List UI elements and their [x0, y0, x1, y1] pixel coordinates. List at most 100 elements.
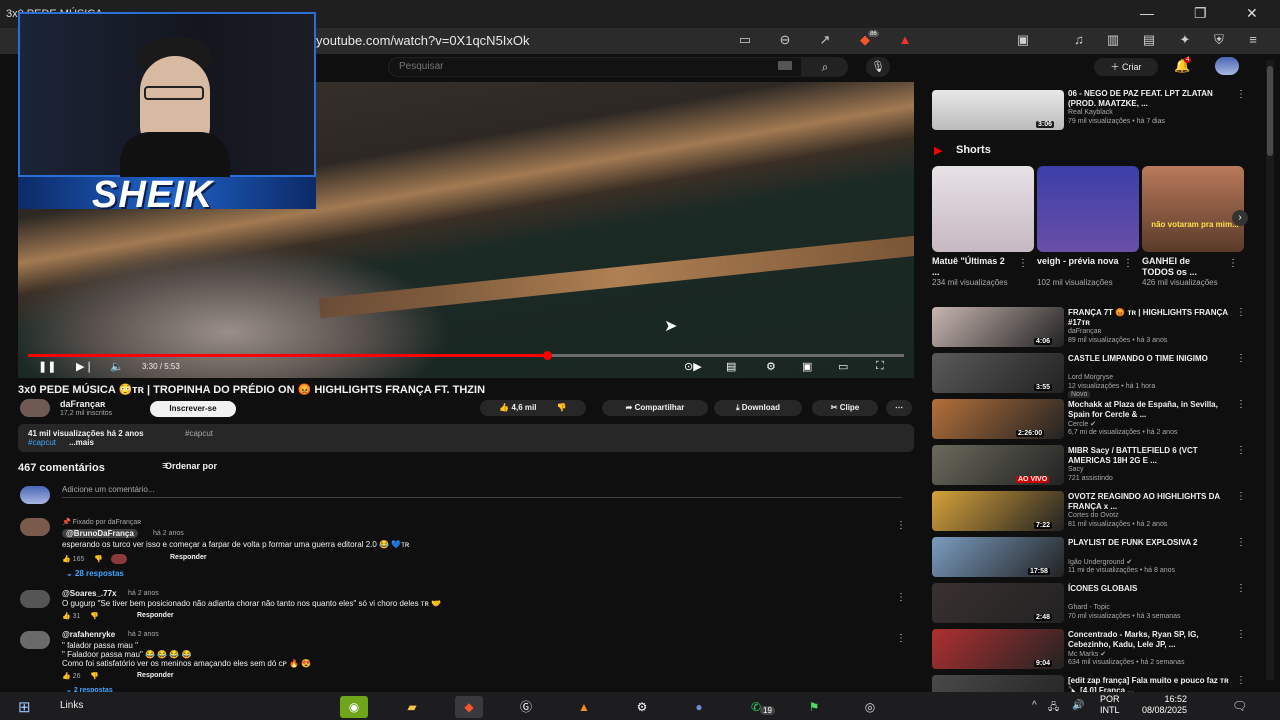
comment-avatar[interactable]	[20, 590, 50, 608]
video-title[interactable]: OVOTZ REAGINDO AO HIGHLIGHTS DA FRANÇA x…	[1068, 492, 1240, 512]
video-title[interactable]: Concentrado - Marks, Ryan SP, IG, Cebezi…	[1068, 630, 1240, 650]
nvidia-icon[interactable]: ◉	[340, 696, 368, 718]
brave-browser-icon[interactable]: ◆	[455, 696, 483, 718]
video-menu-icon[interactable]: ⋮	[1236, 89, 1246, 100]
short-title[interactable]: veigh - prévia nova	[1037, 256, 1119, 267]
video-menu-icon[interactable]: ⋮	[1236, 583, 1246, 594]
subtitles-icon[interactable]: ▤	[726, 360, 736, 373]
video-title[interactable]: FRANÇA 7T 😡 ᴛʀ | HIGHLIGHTS FRANÇA #17ᴛʀ	[1068, 308, 1240, 328]
short-thumbnail[interactable]	[1037, 166, 1139, 252]
account-avatar[interactable]	[1215, 57, 1239, 75]
extensions-icon[interactable]: ✦	[1176, 32, 1194, 48]
description-hashtag[interactable]: #capcut	[28, 438, 56, 447]
channel-name[interactable]: Mc Marks ✔	[1068, 650, 1106, 658]
music-icon[interactable]: ♫	[1070, 32, 1088, 48]
video-title[interactable]: MIBR Sacy / BATTLEFIELD 6 (VCT AMERICAS …	[1068, 446, 1240, 466]
description-more-link[interactable]: ...mais	[69, 438, 94, 447]
settings-gear-icon[interactable]: ⚙	[766, 360, 776, 373]
reader-icon[interactable]: ▥	[1104, 32, 1122, 48]
sort-button[interactable]: Ordenar por	[165, 461, 217, 471]
comment-avatar[interactable]	[20, 518, 50, 536]
dislike-icon[interactable]: 👎	[90, 613, 99, 620]
comment-author[interactable]: @Soares_.77x	[62, 589, 117, 598]
video-menu-icon[interactable]: ⋮	[1236, 307, 1246, 318]
channel-name[interactable]: daFrançaʀ	[60, 399, 105, 409]
video-menu-icon[interactable]: ⋮	[1236, 675, 1246, 686]
channel-name[interactable]: Cercle ✔	[1068, 420, 1096, 428]
channel-name[interactable]: Igão Underground ✔	[1068, 558, 1132, 566]
channel-name[interactable]: Cortes do Ovotz	[1068, 512, 1119, 519]
autoplay-toggle-icon[interactable]: ⊙▶	[684, 360, 702, 373]
next-icon[interactable]: ▶❘	[76, 360, 94, 373]
like-icon[interactable]: 👍	[499, 403, 511, 412]
comment-avatar[interactable]	[20, 631, 50, 649]
scrollbar-thumb[interactable]	[1267, 66, 1273, 156]
comment-time[interactable]: há 2 anos	[153, 530, 184, 537]
comment-menu-icon[interactable]: ⋮	[896, 633, 906, 644]
cast-icon[interactable]: ▭	[736, 32, 754, 48]
menu-icon[interactable]: ≡	[1244, 32, 1262, 48]
speaker-icon[interactable]: 🔊	[1072, 700, 1084, 711]
short-title[interactable]: Matuê "Últimas 2 ...	[932, 256, 1014, 278]
short-title[interactable]: GANHEI de TODOS os ...	[1142, 256, 1224, 278]
reply-button[interactable]: Responder	[170, 554, 207, 561]
video-title[interactable]: PLAYLIST DE FUNK EXPLOSIVA 2	[1068, 538, 1240, 548]
channel-name[interactable]: daFrançaʀ	[1068, 328, 1101, 335]
notification-center-icon[interactable]: 🗨	[1232, 699, 1247, 713]
wallet-icon[interactable]: ▤	[1140, 32, 1158, 48]
video-menu-icon[interactable]: ⋮	[1236, 537, 1246, 548]
like-icon[interactable]: 👍	[62, 613, 73, 620]
keyboard-icon[interactable]	[778, 61, 792, 70]
like-count[interactable]: 4,6 mil	[512, 403, 537, 412]
video-thumbnail[interactable]	[932, 399, 1064, 439]
add-comment-input[interactable]: Adicione um comentário...	[62, 485, 155, 494]
reply-button[interactable]: Responder	[137, 672, 174, 679]
short-menu-icon[interactable]: ⋮	[1123, 258, 1133, 269]
zoom-icon[interactable]: ⊖	[776, 32, 794, 48]
input-language[interactable]: POR INTL	[1100, 694, 1120, 716]
video-menu-icon[interactable]: ⋮	[1236, 629, 1246, 640]
share-icon[interactable]: ↗	[816, 32, 834, 48]
close-icon[interactable]: ✕	[1246, 5, 1258, 22]
comment-time[interactable]: há 2 anos	[128, 631, 159, 638]
reply-button[interactable]: Responder	[137, 612, 174, 619]
system-clock[interactable]: 16:52 08/08/2025	[1142, 694, 1187, 716]
fullscreen-icon[interactable]: ⛶	[876, 360, 884, 373]
video-title[interactable]: Mochakk at Plaza de España, in Sevilla, …	[1068, 400, 1240, 420]
more-actions-button[interactable]: ⋯	[886, 400, 912, 416]
dislike-icon[interactable]: 👎	[557, 403, 567, 412]
network-icon[interactable]: 🖧	[1048, 700, 1059, 717]
channel-name[interactable]: Lord Morgryse	[1068, 374, 1113, 381]
minimize-icon[interactable]: —	[1140, 5, 1154, 21]
rewards-icon[interactable]: ▲	[896, 32, 914, 48]
file-explorer-icon[interactable]: ▰	[398, 696, 426, 718]
search-input[interactable]: Pesquisar	[388, 57, 802, 77]
shorts-next-button[interactable]: ›	[1232, 210, 1248, 226]
windows-start-icon[interactable]: ⊞	[18, 698, 31, 716]
comment-author[interactable]: @rafahenryke	[62, 630, 115, 639]
tray-chevron-icon[interactable]: ^	[1032, 700, 1037, 711]
dislike-icon[interactable]: 👎	[90, 673, 99, 680]
subscribe-button[interactable]: Inscrever-se	[150, 401, 236, 417]
channel-name[interactable]: Real Kayblack	[1068, 109, 1113, 116]
comment-time[interactable]: há 2 anos	[128, 590, 159, 597]
sidebar-toggle-icon[interactable]: ▣	[1014, 32, 1032, 48]
comment-menu-icon[interactable]: ⋮	[896, 520, 906, 531]
links-toolbar[interactable]: Links	[60, 700, 83, 711]
theater-mode-icon[interactable]: ▭	[838, 360, 848, 373]
video-menu-icon[interactable]: ⋮	[1236, 491, 1246, 502]
like-icon[interactable]: 👍	[62, 556, 73, 563]
short-menu-icon[interactable]: ⋮	[1228, 258, 1238, 269]
steam-icon[interactable]: ⚙	[628, 696, 656, 718]
app-icon-a[interactable]: ▲	[570, 696, 598, 718]
channel-name[interactable]: Ghard - Topic	[1068, 604, 1110, 611]
vpn-icon[interactable]: ⛨	[1210, 32, 1228, 48]
description-hashtag[interactable]: #capcut	[185, 429, 213, 438]
short-thumbnail[interactable]	[932, 166, 1034, 252]
channel-name[interactable]: Sacy	[1068, 466, 1084, 473]
share-button[interactable]: ➦ Compartilhar	[602, 400, 708, 416]
video-title[interactable]: ÍCONES GLOBAIS	[1068, 584, 1240, 594]
maximize-icon[interactable]: ❐	[1194, 5, 1207, 22]
obs-icon[interactable]: ◎	[856, 696, 884, 718]
short-thumbnail[interactable]	[1142, 166, 1244, 252]
